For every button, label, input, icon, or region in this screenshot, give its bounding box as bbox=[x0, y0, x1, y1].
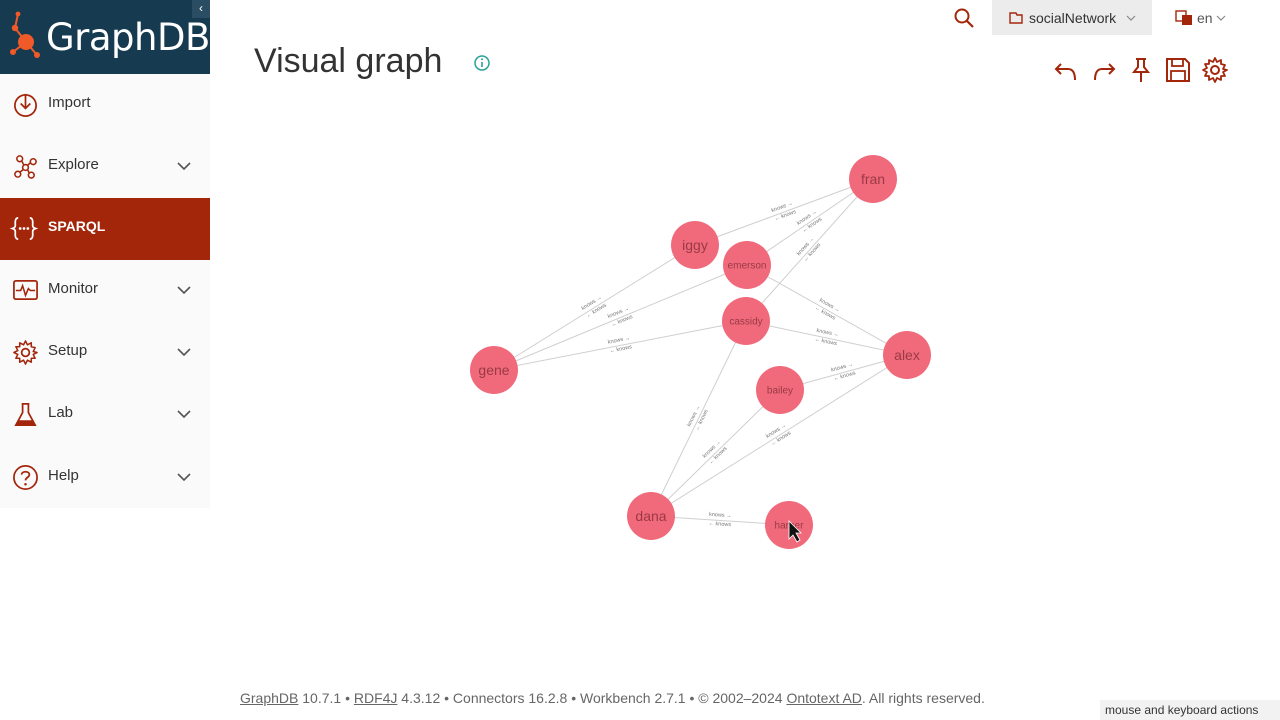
graph-edge-label: ← knows bbox=[814, 337, 838, 348]
graph-node-label: gene bbox=[478, 362, 509, 378]
footer-rights: . All rights reserved. bbox=[861, 690, 985, 706]
graph-edge-label: knows → bbox=[709, 512, 732, 519]
graph-node-fran[interactable]: fran bbox=[849, 155, 897, 203]
graph-edge-label: ← knows bbox=[708, 521, 731, 528]
graph-edge-iggy-fran[interactable] bbox=[694, 178, 874, 246]
graph-node-label: alex bbox=[894, 347, 920, 363]
footer-graphdb-version: 10.7.1 • bbox=[298, 690, 354, 706]
graphdb-link[interactable]: GraphDB bbox=[240, 690, 298, 706]
graph-node-iggy[interactable]: iggy bbox=[671, 221, 719, 269]
keyboard-actions-tooltip[interactable]: mouse and keyboard actions bbox=[1100, 700, 1280, 720]
graph-node-emerson[interactable]: emerson bbox=[723, 241, 771, 289]
graph-node-label: bailey bbox=[767, 386, 793, 397]
graph-node-dana[interactable]: dana bbox=[627, 492, 675, 540]
graph-edge-gene-emerson[interactable] bbox=[493, 264, 748, 371]
graph-node-cassidy[interactable]: cassidy bbox=[722, 297, 770, 345]
rdf4j-link[interactable]: RDF4J bbox=[354, 690, 398, 706]
graph-edge-label: ← knows bbox=[609, 344, 633, 354]
graph-node-label: iggy bbox=[682, 237, 708, 253]
graph-edge-dana-bailey[interactable] bbox=[650, 389, 781, 517]
ontotext-link[interactable]: Ontotext AD bbox=[786, 690, 861, 706]
graph-edge-dana-cassidy[interactable] bbox=[650, 320, 747, 517]
graph-node-alex[interactable]: alex bbox=[883, 331, 931, 379]
graph-edge-gene-iggy[interactable] bbox=[493, 244, 696, 371]
visual-graph-canvas[interactable]: knows →← knows knows →← knowsknows →← kno… bbox=[0, 0, 1280, 720]
graph-node-label: fran bbox=[861, 171, 885, 187]
graph-node-label: emerson bbox=[728, 261, 767, 272]
graph-node-bailey[interactable]: bailey bbox=[756, 366, 804, 414]
graph-edge-gene-cassidy[interactable] bbox=[493, 320, 747, 371]
graph-node-label: dana bbox=[635, 508, 666, 524]
footer-versions: 4.3.12 • Connectors 16.2.8 • Workbench 2… bbox=[397, 690, 787, 706]
footer: GraphDB 10.7.1 • RDF4J 4.3.12 • Connecto… bbox=[240, 690, 985, 706]
graph-node-gene[interactable]: gene bbox=[470, 346, 518, 394]
graph-edge-cassidy-alex[interactable] bbox=[745, 320, 908, 356]
graph-node-label: cassidy bbox=[729, 317, 762, 328]
